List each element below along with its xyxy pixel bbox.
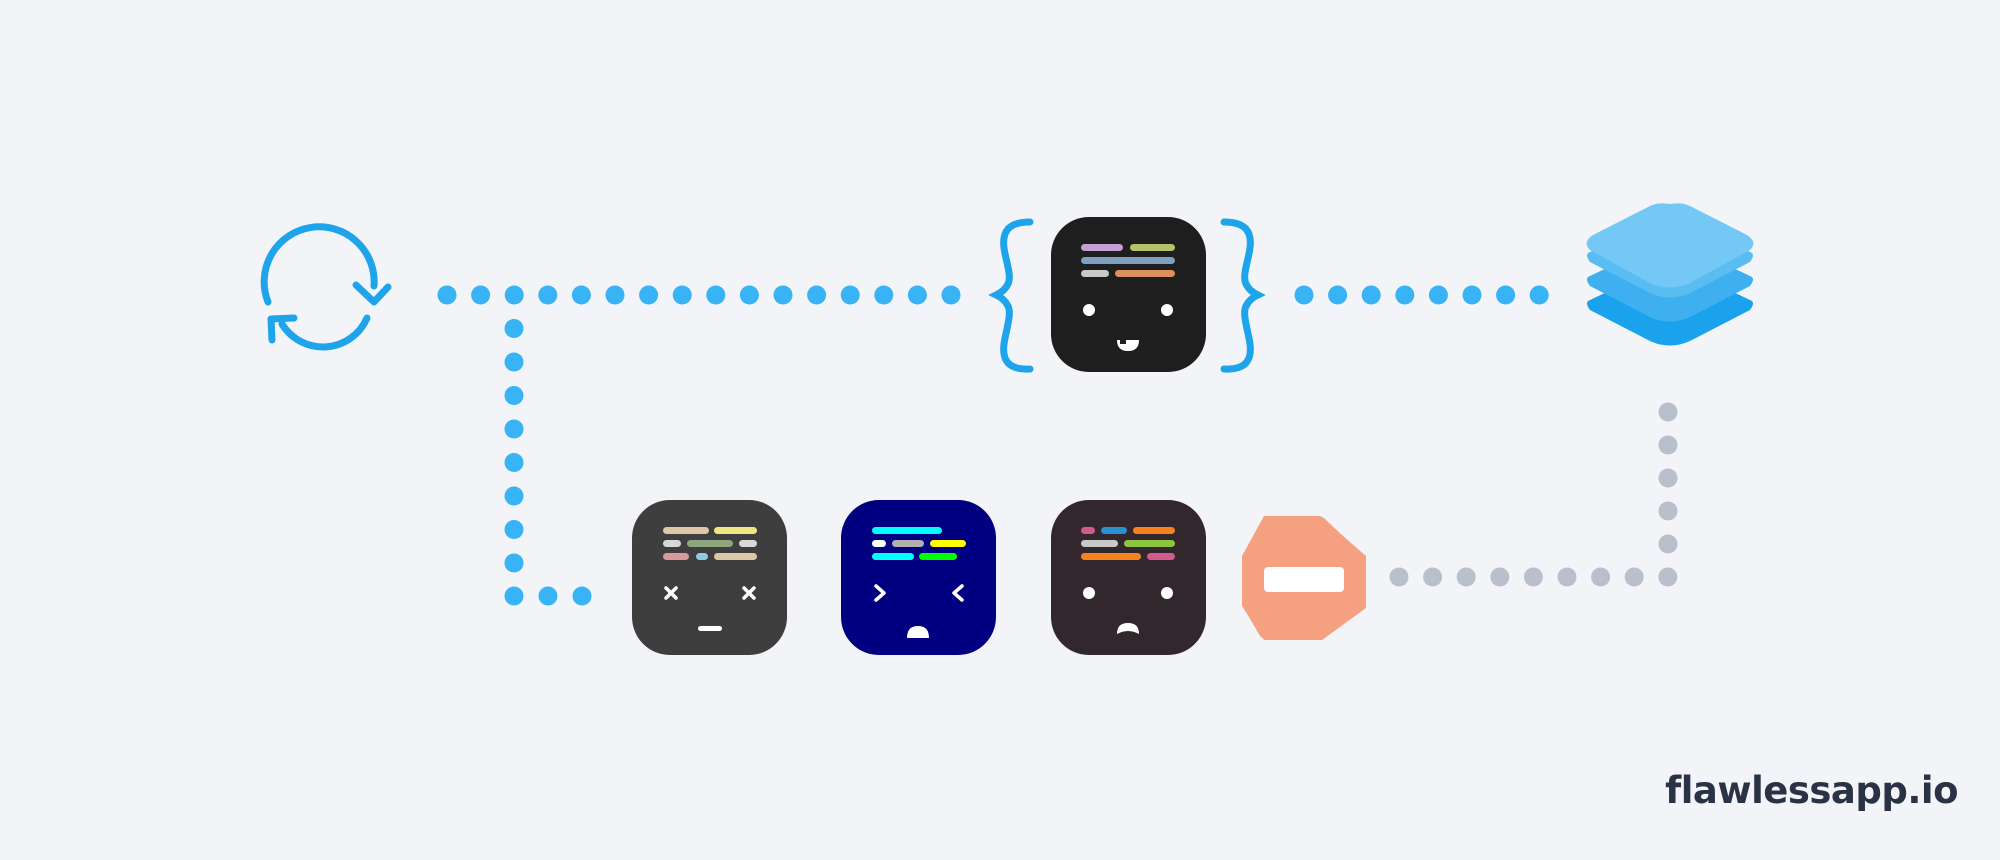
sync-icon — [260, 223, 392, 351]
brand-footer[interactable]: flawlessapp.io — [1665, 772, 1958, 809]
right-curly-brace-icon — [1220, 218, 1266, 373]
stop-sign-icon — [1242, 516, 1366, 640]
layers-stack-icon — [1586, 203, 1754, 346]
code-face-dark — [1051, 217, 1206, 372]
code-face-gray — [632, 500, 787, 655]
left-curly-brace-icon — [988, 218, 1034, 373]
flow-diagram: flawlessapp.io — [0, 0, 2000, 860]
code-face-navy — [841, 500, 996, 655]
code-face-plum — [1051, 500, 1206, 655]
